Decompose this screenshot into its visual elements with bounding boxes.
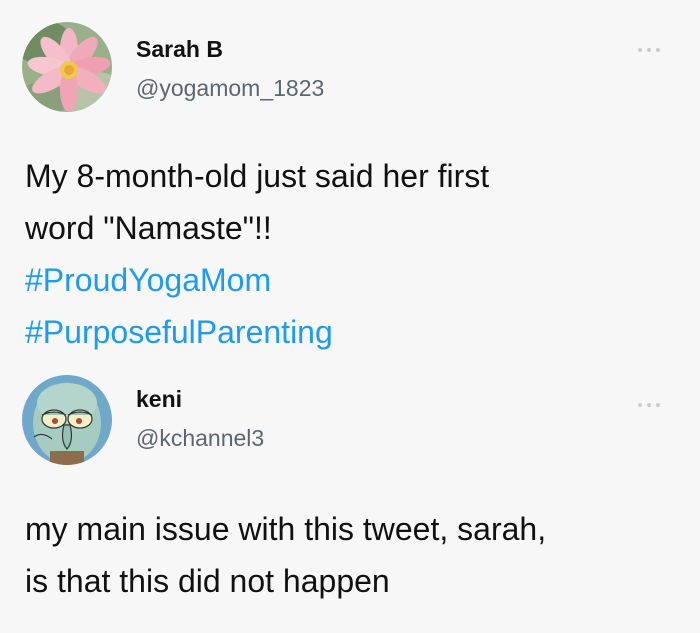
tweet-text: my main issue with this tweet, sarah, is… [25,503,675,607]
user-handle[interactable]: @kchannel3 [136,425,264,452]
lotus-flower-avatar-icon [22,22,112,112]
display-name[interactable]: keni [136,386,182,413]
tweet-text-line: my main issue with this tweet, sarah, [25,511,547,547]
more-options-icon[interactable] [638,45,660,55]
avatar[interactable] [22,375,112,465]
display-name[interactable]: Sarah B [136,36,223,63]
cartoon-squid-avatar-icon [22,375,112,465]
more-options-icon[interactable] [638,400,660,410]
hashtag-link[interactable]: #PurposefulParenting [25,306,675,358]
tweet[interactable]: Sarah B @yogamom_1823 My 8-month-old jus… [0,0,700,365]
tweet-screenshot: Sarah B @yogamom_1823 My 8-month-old jus… [0,0,700,633]
tweet-text-line: My 8-month-old just said her first [25,158,490,194]
hashtag-link[interactable]: #ProudYogaMom [25,254,675,306]
avatar[interactable] [22,22,112,112]
user-handle[interactable]: @yogamom_1823 [136,75,324,102]
tweet-text: My 8-month-old just said her first word … [25,150,675,358]
tweet-text-line: is that this did not happen [25,563,390,599]
tweet-text-line: word "Namaste"!! [25,210,272,246]
tweet[interactable]: keni @kchannel3 my main issue with this … [0,365,700,633]
